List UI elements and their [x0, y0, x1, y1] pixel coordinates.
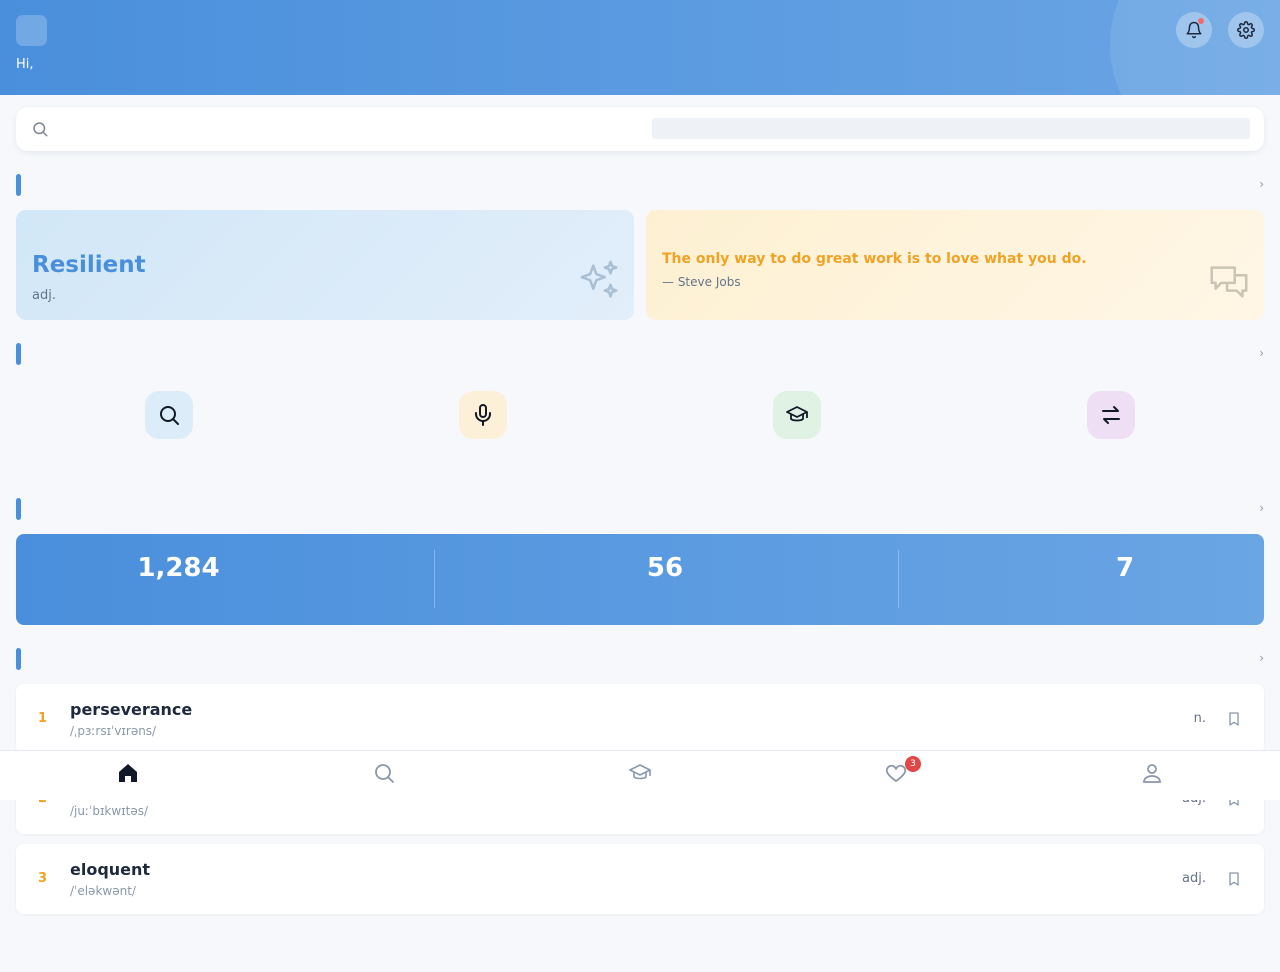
- wordlist-more-link[interactable]: ›: [1259, 651, 1264, 665]
- stat-divider: [898, 550, 899, 608]
- tool-icon-box: [773, 391, 821, 439]
- quote-author: — Steve Jobs: [662, 275, 741, 289]
- search-icon: [375, 764, 394, 783]
- tool-voice[interactable]: [423, 391, 543, 447]
- bookmark-icon[interactable]: [1226, 710, 1242, 728]
- app-header: Hi,: [0, 0, 1280, 95]
- graduation-cap-icon: [786, 406, 808, 422]
- stat-divider: [434, 550, 435, 608]
- search-icon: [160, 406, 179, 425]
- tool-icon-box: [1087, 391, 1135, 439]
- stats-more-link[interactable]: ›: [1259, 501, 1264, 515]
- greeting: Hi,: [16, 54, 40, 72]
- word-rank: 3: [38, 871, 48, 886]
- book-icon: [16, 15, 47, 46]
- search-input[interactable]: [60, 115, 640, 143]
- word-phonetic: /juːˈbɪkwɪtəs/: [70, 804, 149, 818]
- graduation-cap-icon: [629, 764, 651, 780]
- settings-button[interactable]: [1228, 12, 1264, 48]
- home-icon: [119, 764, 137, 782]
- word-phonetic: /ˈeləkwənt/: [70, 884, 136, 898]
- section-bar: [16, 343, 21, 365]
- word-definition: adj.: [32, 288, 56, 303]
- list-item[interactable]: 1 perseverance /ˌpɜːrsɪˈvɪrəns/ n.: [16, 684, 1264, 754]
- tool-translate[interactable]: [1051, 391, 1171, 447]
- tool-icon-box: [459, 391, 507, 439]
- nav-profile[interactable]: [1102, 751, 1202, 801]
- user-icon: [1143, 764, 1161, 783]
- stat-value: 1,284: [137, 553, 220, 583]
- section-bar: [16, 174, 21, 196]
- tools-more-link[interactable]: ›: [1259, 346, 1264, 360]
- stats-panel: 1,284 56 7: [16, 534, 1264, 625]
- word-of-the-day: Resilient: [32, 252, 146, 278]
- quote-text: The only way to do great work is to love…: [662, 251, 1087, 267]
- stats-section-header: ›: [16, 498, 1264, 520]
- bottom-nav: 3: [0, 750, 1280, 800]
- stat-value: 56: [646, 553, 684, 583]
- search-bar: [16, 107, 1264, 151]
- chat-bubbles-icon: [1210, 266, 1248, 298]
- daily-more-link[interactable]: ›: [1259, 177, 1264, 191]
- tool-learning[interactable]: [737, 391, 857, 447]
- notification-dot: [1198, 18, 1204, 24]
- search-tag[interactable]: [652, 118, 1250, 139]
- section-bar: [16, 648, 21, 670]
- gear-icon: [1237, 21, 1255, 39]
- stat-value: 7: [1115, 553, 1135, 583]
- notification-button[interactable]: [1176, 12, 1212, 48]
- nav-favorites[interactable]: 3: [846, 751, 946, 801]
- word-meaning: adj.: [1182, 871, 1206, 886]
- bookmark-icon[interactable]: [1226, 870, 1242, 888]
- tools-section-header: ›: [16, 343, 1264, 365]
- word-text: perseverance: [70, 700, 193, 719]
- swap-arrows-icon: [1102, 406, 1120, 424]
- daily-section-header: ›: [16, 174, 1264, 196]
- word-of-the-day-card[interactable]: Resilient adj.: [16, 210, 634, 320]
- list-item[interactable]: 3 eloquent /ˈeləkwənt/ adj.: [16, 844, 1264, 914]
- quote-of-the-day-card[interactable]: The only way to do great work is to love…: [646, 210, 1264, 320]
- nav-learn[interactable]: [590, 751, 690, 801]
- nav-home[interactable]: [78, 751, 178, 801]
- word-meaning: n.: [1193, 711, 1206, 726]
- tool-icon-box: [145, 391, 193, 439]
- greeting-hi: Hi,: [16, 57, 34, 72]
- microphone-icon: [475, 404, 491, 426]
- word-rank: 1: [38, 711, 48, 726]
- sparkles-icon: [580, 260, 618, 298]
- wordlist-section-header: ›: [16, 648, 1264, 670]
- favorites-badge: 3: [905, 756, 921, 772]
- section-bar: [16, 498, 21, 520]
- nav-search[interactable]: [334, 751, 434, 801]
- tool-word-lookup[interactable]: [109, 391, 229, 447]
- word-text: eloquent: [70, 860, 151, 879]
- word-phonetic: /ˌpɜːrsɪˈvɪrəns/: [70, 724, 157, 738]
- search-icon: [33, 122, 48, 137]
